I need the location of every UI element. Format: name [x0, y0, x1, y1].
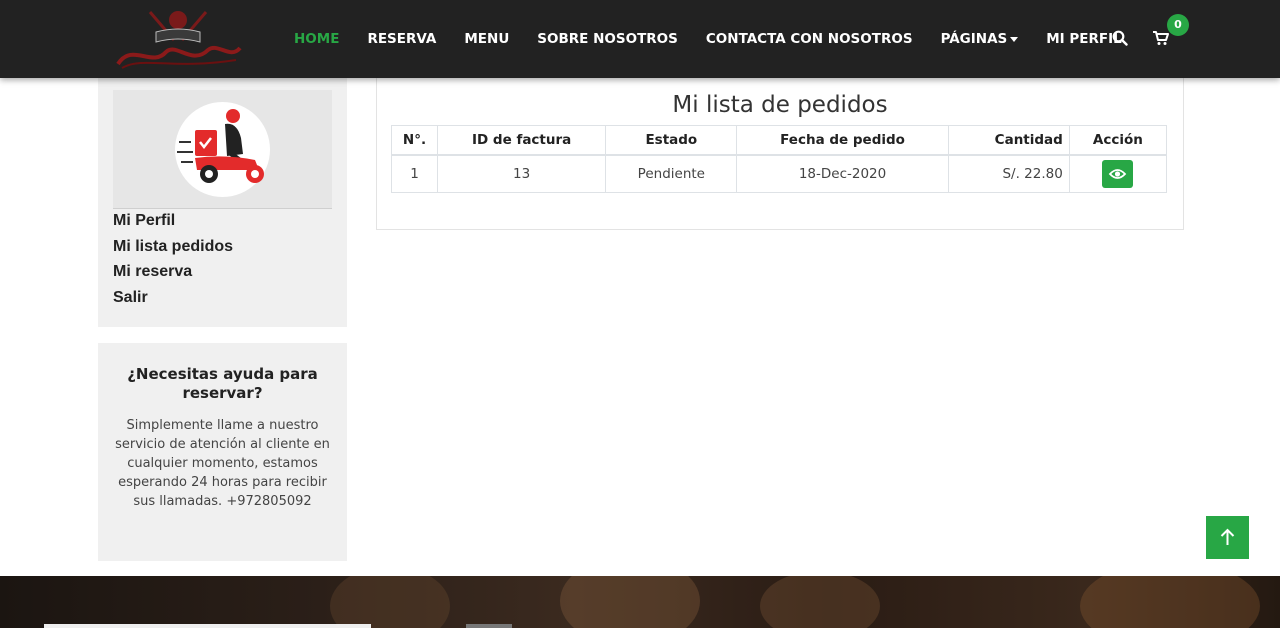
orders-table: N°. ID de factura Estado Fecha de pedido… [390, 125, 1168, 193]
avatar-box [113, 90, 332, 209]
delivery-scooter-icon [177, 109, 264, 183]
profile-menu: Mi Perfil Mi lista pedidos Mi reserva Sa… [113, 208, 233, 310]
nav-paginas-label: PÁGINAS [940, 31, 1008, 47]
caret-down-icon [1010, 36, 1019, 42]
cell-no: 1 [390, 154, 439, 193]
nav-contacta[interactable]: CONTACTA CON NOSOTROS [706, 31, 913, 47]
scroll-to-top-button[interactable] [1206, 516, 1249, 559]
cell-date: 18-Dec-2020 [736, 154, 949, 193]
main-menu: HOME RESERVA MENU SOBRE NOSOTROS CONTACT… [294, 0, 1150, 78]
cell-status: Pendiente [605, 154, 738, 193]
menu-mi-lista-pedidos[interactable]: Mi lista pedidos [113, 234, 233, 260]
search-icon[interactable] [1112, 30, 1128, 46]
nav-mi-perfil[interactable]: MI PERFIL [1046, 31, 1122, 47]
footer-banner [0, 576, 1280, 628]
col-header-no: N°. [390, 125, 439, 156]
footer-divider-small [466, 624, 512, 628]
nav-paginas-dropdown[interactable]: PÁGINAS [941, 31, 1019, 47]
top-navbar: HOME RESERVA MENU SOBRE NOSOTROS CONTACT… [0, 0, 1280, 78]
profile-sidebar: Mi Perfil Mi lista pedidos Mi reserva Sa… [98, 78, 347, 327]
page-title: Mi lista de pedidos [672, 92, 888, 118]
cell-amount: S/. 22.80 [947, 154, 1070, 193]
footer-divider [44, 624, 371, 628]
avatar [175, 102, 270, 197]
col-header-action: Acción [1068, 125, 1168, 156]
col-header-date: Fecha de pedido [736, 125, 949, 156]
cart-icon[interactable] [1152, 30, 1170, 46]
arrow-up-icon [1220, 528, 1235, 545]
col-header-amount: Cantidad [947, 125, 1070, 156]
col-header-status: Estado [605, 125, 738, 156]
col-header-invoice: ID de factura [437, 125, 607, 156]
table-header-row: N°. ID de factura Estado Fecha de pedido… [390, 125, 1168, 156]
eye-icon [1109, 169, 1127, 179]
nav-menu[interactable]: MENU [464, 31, 509, 47]
help-card: ¿Necesitas ayuda para reservar? Simpleme… [98, 343, 347, 561]
nav-reserva[interactable]: RESERVA [367, 31, 436, 47]
nav-sobre-nosotros[interactable]: SOBRE NOSOTROS [537, 31, 678, 47]
cell-action [1068, 154, 1168, 193]
help-text: Simplemente llame a nuestro servicio de … [115, 418, 330, 509]
cart-count-badge: 0 [1167, 14, 1189, 36]
menu-mi-perfil[interactable]: Mi Perfil [113, 208, 233, 234]
help-title: ¿Necesitas ayuda para reservar? [127, 365, 318, 402]
restaurant-logo-icon[interactable] [112, 6, 244, 72]
orders-panel: Mi lista de pedidos N°. ID de factura Es… [376, 78, 1184, 230]
cell-invoice: 13 [437, 154, 607, 193]
nav-home[interactable]: HOME [294, 31, 339, 47]
table-row: 1 13 Pendiente 18-Dec-2020 S/. 22.80 [390, 154, 1168, 193]
menu-salir[interactable]: Salir [113, 285, 233, 311]
view-order-button[interactable] [1102, 160, 1134, 188]
menu-mi-reserva[interactable]: Mi reserva [113, 259, 233, 285]
